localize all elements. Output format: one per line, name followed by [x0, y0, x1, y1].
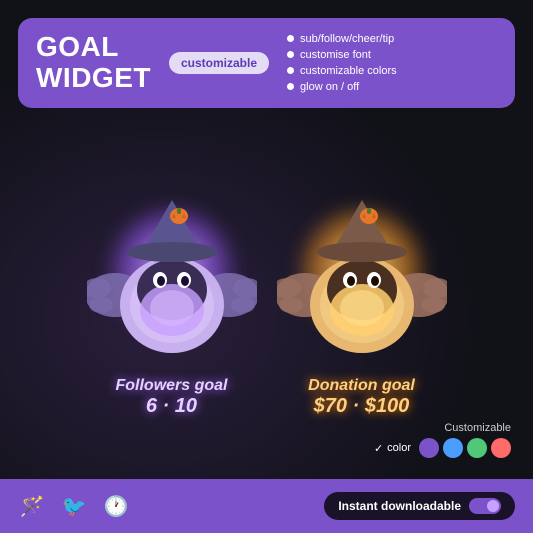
bottom-bar: 🪄 🐦 🕐 Instant downloadable	[0, 479, 533, 533]
header-title: GOAL WIDGET	[36, 32, 151, 94]
nav-icon-wand[interactable]: 🪄	[18, 492, 46, 520]
bat-orange-wrapper	[272, 175, 452, 365]
bullet-icon	[287, 35, 294, 42]
swatch-1	[419, 438, 439, 458]
bullet-icon	[287, 67, 294, 74]
color-section: Customizable ✓ color	[374, 422, 511, 458]
header-band: GOAL WIDGET customizable sub/follow/chee…	[18, 18, 515, 108]
color-check-row: ✓ color	[374, 438, 511, 458]
nav-icon-bird[interactable]: 🐦	[60, 492, 88, 520]
swatch-4	[491, 438, 511, 458]
nav-icon-clock[interactable]: 🕐	[102, 492, 130, 520]
feature-list: sub/follow/cheer/tip customise font cust…	[287, 33, 497, 93]
bat-orange-svg	[277, 180, 447, 360]
check-icon: ✓	[374, 442, 383, 455]
main-content: Followers goal 6 · 10	[0, 120, 533, 473]
color-label: color	[387, 442, 411, 454]
instant-downloadable-badge: Instant downloadable	[324, 492, 515, 520]
bat-purple-svg	[87, 180, 257, 360]
feature-item-1: customise font	[287, 49, 497, 61]
feature-item-3: glow on / off	[287, 81, 497, 93]
bat-purple-wrapper	[82, 175, 262, 365]
toggle-switch[interactable]	[469, 498, 501, 514]
customizable-text: Customizable	[444, 422, 511, 434]
bat-orange-label: Donation goal $70 · $100	[308, 377, 415, 418]
swatch-2	[443, 438, 463, 458]
bat-orange-container: Donation goal $70 · $100	[272, 175, 452, 418]
bat-purple-label: Followers goal 6 · 10	[115, 377, 227, 418]
bat-purple-container: Followers goal 6 · 10	[82, 175, 262, 418]
bullet-icon	[287, 83, 294, 90]
customizable-badge: customizable	[169, 52, 269, 74]
swatch-3	[467, 438, 487, 458]
feature-item-0: sub/follow/cheer/tip	[287, 33, 497, 45]
feature-item-2: customizable colors	[287, 65, 497, 77]
bullet-icon	[287, 51, 294, 58]
color-swatches	[419, 438, 511, 458]
